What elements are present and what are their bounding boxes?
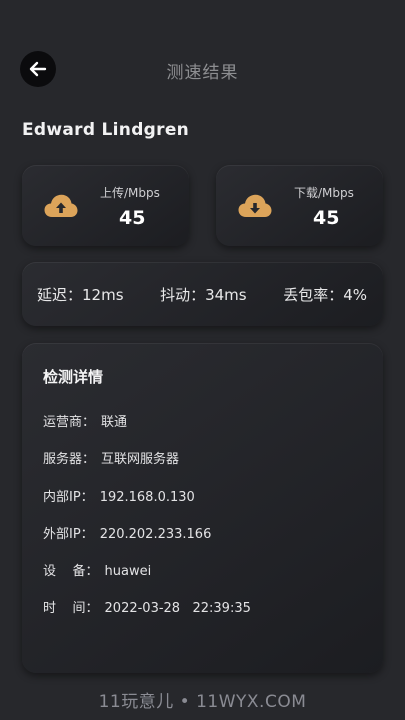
detail-value: 220.202.233.166 xyxy=(99,527,212,542)
network-stats-card: 延迟：12ms 抖动：34ms 丢包率：4% xyxy=(22,262,383,326)
cloud-download-icon xyxy=(238,194,272,218)
detail-row-server: 服务器： 互联网服务器 xyxy=(43,448,179,467)
page-title: 测速结果 xyxy=(166,63,239,83)
detail-row-carrier: 运营商： 联通 xyxy=(43,411,127,430)
download-value: 45 xyxy=(313,207,340,229)
detail-key: 外部IP： xyxy=(43,527,94,542)
detail-value: 互联网服务器 xyxy=(101,452,180,467)
user-name: Edward Lindgren xyxy=(22,120,190,140)
download-speed-card: 下载/Mbps 45 xyxy=(216,165,383,246)
upload-value: 45 xyxy=(119,207,146,229)
detail-value: huawei xyxy=(104,564,152,579)
detail-row-time: 时 间： 2022-03-28 22:39:35 xyxy=(43,597,251,616)
detail-row-external-ip: 外部IP： 220.202.233.166 xyxy=(43,523,211,542)
details-title: 检测详情 xyxy=(43,368,104,386)
detail-key: 时 间： xyxy=(43,601,99,616)
jitter-stat: 抖动：34ms xyxy=(160,285,247,304)
detail-value: 2022-03-28 22:39:35 xyxy=(104,601,251,616)
upload-label: 上传/Mbps xyxy=(100,186,160,200)
watermark-text: 11玩意儿 • 11WYX.COM xyxy=(98,692,307,712)
upload-speed-card: 上传/Mbps 45 xyxy=(22,165,189,246)
download-label: 下载/Mbps xyxy=(294,186,354,200)
detection-details-card: 检测详情 运营商： 联通 服务器： 互联网服务器 内部IP： 192.168.0.13… xyxy=(22,343,383,673)
cloud-upload-icon xyxy=(44,194,78,218)
detail-key: 服务器： xyxy=(43,452,96,467)
latency-stat: 延迟：12ms xyxy=(37,285,124,304)
detail-key: 运营商： xyxy=(43,415,96,430)
detail-row-device: 设 备： huawei xyxy=(43,560,151,579)
detail-value: 192.168.0.130 xyxy=(99,490,195,505)
packet-loss-stat: 丢包率：4% xyxy=(283,285,367,304)
detail-row-internal-ip: 内部IP： 192.168.0.130 xyxy=(43,486,195,505)
speed-result-screen: 测速结果 Edward Lindgren 上传/Mbps 45 下载/Mbps … xyxy=(0,0,405,720)
detail-value: 联通 xyxy=(101,415,128,430)
detail-key: 内部IP： xyxy=(43,490,94,505)
detail-key: 设 备： xyxy=(43,564,99,579)
